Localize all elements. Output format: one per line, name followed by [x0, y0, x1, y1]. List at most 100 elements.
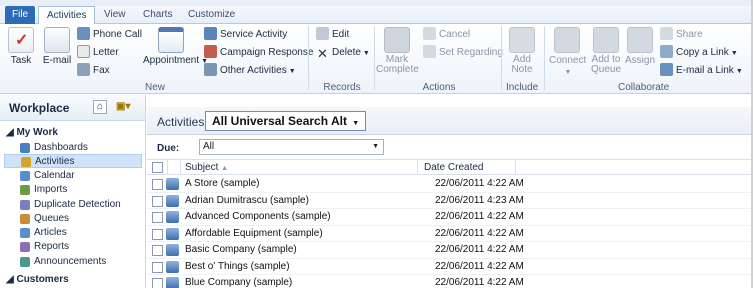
grid-header: Subject ▲ Date Created	[147, 159, 753, 175]
row-checkbox[interactable]	[152, 245, 163, 256]
sidebar-item-label: Reports	[34, 241, 70, 252]
set-regarding-button[interactable]: Set Regarding	[423, 45, 503, 61]
row-subject[interactable]: Basic Company (sample)	[185, 244, 297, 255]
folder-options-icon[interactable]: ▣▾	[116, 100, 138, 114]
group-label-records: Records	[323, 82, 361, 93]
cancel-label: Cancel	[439, 29, 471, 40]
tab-view[interactable]: View	[96, 6, 134, 24]
row-checkbox[interactable]	[152, 179, 163, 190]
copy-link-button[interactable]: Copy a Link ▼	[660, 45, 738, 61]
row-checkbox[interactable]	[152, 195, 163, 207]
column-header-date-created[interactable]: Date Created	[424, 161, 483, 175]
sidebar-item-label: Dashboards	[34, 142, 88, 153]
row-subject[interactable]: Advanced Components (sample)	[185, 211, 331, 222]
sidebar-item-articles[interactable]: Articles	[4, 226, 142, 240]
sidebar-item-label: Articles	[34, 227, 67, 238]
fax-label: Fax	[93, 65, 110, 76]
sidebar-item-queues[interactable]: Queues	[4, 212, 142, 226]
edit-icon	[316, 27, 329, 40]
activity-record-icon	[166, 211, 179, 223]
main-content: Activities: All Universal Search Alt ▼ D…	[147, 95, 753, 288]
tab-charts[interactable]: Charts	[135, 6, 180, 24]
due-filter-select[interactable]: All ▼	[199, 139, 384, 155]
row-subject[interactable]: A Store (sample)	[185, 178, 259, 189]
service-activity-button[interactable]: Service Activity	[204, 27, 287, 43]
row-subject[interactable]: Blue Company (sample)	[185, 277, 292, 288]
select-all-checkbox[interactable]	[152, 162, 163, 173]
fax-button[interactable]: Fax	[77, 63, 110, 79]
sidebar-item-dashboards[interactable]: Dashboards	[4, 141, 142, 155]
chevron-down-icon: ▼	[372, 143, 379, 150]
my-work-section[interactable]: ◢ My Work	[6, 127, 58, 138]
appointment-button[interactable]: Appointment ▼	[143, 27, 208, 66]
group-divider	[544, 26, 545, 90]
sidebar-item-reports[interactable]: Reports	[4, 240, 142, 254]
table-row[interactable]: Adrian Dumitrascu (sample) 22/06/2011 4:2…	[147, 193, 753, 209]
sidebar-item-announcements[interactable]: Announcements	[4, 255, 142, 269]
home-icon[interactable]: ⌂	[93, 100, 107, 114]
duplicate-detection-icon	[20, 200, 30, 210]
connect-button[interactable]: Connect ▼	[549, 27, 586, 77]
other-activities-button[interactable]: Other Activities ▼	[204, 63, 296, 79]
share-button[interactable]: Share	[660, 27, 703, 43]
add-note-button[interactable]: Add Note	[507, 27, 537, 75]
customers-label: Customers	[16, 274, 69, 285]
row-subject[interactable]: Adrian Dumitrascu (sample)	[185, 195, 309, 206]
sidebar-item-calendar[interactable]: Calendar	[4, 169, 142, 183]
cancel-button[interactable]: Cancel	[423, 27, 470, 43]
save-complete-icon	[384, 27, 410, 53]
group-divider	[308, 26, 309, 90]
table-row[interactable]: A Store (sample) 22/06/2011 4:22 AM	[147, 176, 753, 193]
tab-file[interactable]: File	[5, 6, 36, 24]
campaign-response-button[interactable]: Campaign Response	[204, 45, 313, 61]
set-regarding-icon	[423, 45, 436, 58]
sidebar-item-duplicate-detection[interactable]: Duplicate Detection	[4, 198, 142, 212]
phone-call-button[interactable]: Phone Call	[77, 27, 142, 43]
task-icon: ✓	[8, 27, 34, 53]
sidebar-item-activities[interactable]: Activities	[4, 154, 142, 168]
table-row[interactable]: Best o' Things (sample) 22/06/2011 4:22 A…	[147, 259, 753, 275]
tab-activities[interactable]: Activities	[38, 6, 96, 25]
fax-icon	[77, 63, 90, 76]
phone-icon	[77, 27, 90, 40]
mark-complete-button[interactable]: Mark Complete	[376, 27, 419, 75]
table-row[interactable]: Blue Company (sample) 22/06/2011 4:22 AM	[147, 275, 753, 288]
view-selected-value: All Universal Search Alt	[212, 114, 347, 128]
email-link-icon	[660, 63, 673, 76]
add-to-queue-button[interactable]: Add to Queue	[589, 27, 623, 75]
letter-button[interactable]: Letter	[77, 45, 119, 61]
row-checkbox[interactable]	[152, 261, 163, 273]
row-checkbox[interactable]	[152, 228, 163, 240]
tab-customize[interactable]: Customize	[180, 6, 243, 24]
table-row[interactable]: Affordable Equipment (sample) 22/06/2011 …	[147, 226, 753, 242]
sidebar-item-imports[interactable]: Imports	[4, 183, 142, 197]
delete-button[interactable]: ✕ Delete ▼	[316, 45, 370, 61]
view-bar: Activities: All Universal Search Alt ▼	[147, 107, 753, 135]
email-link-button[interactable]: E-mail a Link ▼	[660, 63, 743, 79]
sidebar-item-label: Activities	[35, 156, 75, 167]
edit-button[interactable]: Edit	[316, 27, 349, 43]
view-label: Activities:	[157, 115, 208, 129]
my-work-label: My Work	[16, 127, 58, 138]
email-button[interactable]: E-mail	[40, 27, 74, 66]
copy-link-icon	[660, 45, 673, 58]
table-row[interactable]: Basic Company (sample) 22/06/2011 4:22 AM	[147, 242, 753, 259]
task-button[interactable]: ✓ Task	[6, 27, 36, 66]
assign-button[interactable]: Assign	[624, 27, 656, 66]
row-checkbox[interactable]	[152, 278, 163, 288]
customers-section[interactable]: ◢ Customers	[6, 274, 69, 285]
view-selector[interactable]: All Universal Search Alt ▼	[205, 111, 367, 131]
add-to-queue-icon	[593, 27, 619, 53]
row-subject[interactable]: Best o' Things (sample)	[185, 261, 290, 272]
chevron-down-icon: ▼	[352, 120, 360, 127]
row-checkbox[interactable]	[152, 212, 163, 223]
reports-icon	[20, 242, 30, 252]
column-header-subject[interactable]: Subject ▲	[185, 161, 228, 175]
column-divider	[515, 160, 516, 175]
cancel-icon	[423, 27, 436, 40]
row-date-created: 22/06/2011 4:22 AM	[435, 260, 524, 272]
activities-icon	[21, 157, 31, 167]
table-row[interactable]: Advanced Components (sample) 22/06/2011 4…	[147, 209, 753, 226]
row-subject[interactable]: Affordable Equipment (sample)	[185, 228, 323, 239]
column-divider	[417, 160, 418, 175]
